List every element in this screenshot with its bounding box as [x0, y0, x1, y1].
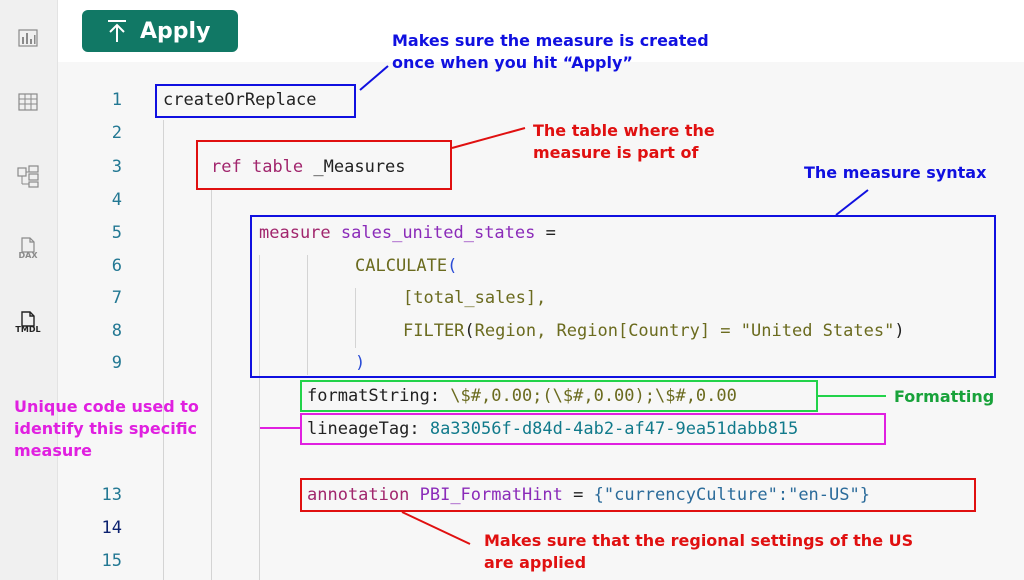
- note-table: The table where the measure is part of: [533, 120, 715, 164]
- note-line: measure: [14, 441, 92, 460]
- note-line: measure is part of: [533, 143, 699, 162]
- connector-syntax: [835, 189, 869, 216]
- note-line: Makes sure that the regional settings of…: [484, 531, 914, 550]
- note-apply: Makes sure the measure is created once w…: [392, 30, 709, 74]
- connector-apply: [359, 65, 389, 91]
- note-line: are applied: [484, 553, 587, 572]
- note-line: Unique code used to: [14, 397, 199, 416]
- note-line: Makes sure the measure is created: [392, 31, 709, 50]
- note-syntax: The measure syntax: [804, 163, 987, 182]
- callout-connectors: [260, 65, 886, 545]
- note-line: The table where the: [533, 121, 715, 140]
- connector-table: [451, 127, 526, 149]
- note-line: once when you hit “Apply”: [392, 53, 633, 72]
- note-lineage: Unique code used to identify this specif…: [14, 396, 199, 462]
- connector-annotation: [401, 511, 471, 545]
- note-line: identify this specific: [14, 419, 198, 438]
- note-formatting: Formatting: [894, 387, 995, 406]
- note-regional: Makes sure that the regional settings of…: [484, 530, 913, 574]
